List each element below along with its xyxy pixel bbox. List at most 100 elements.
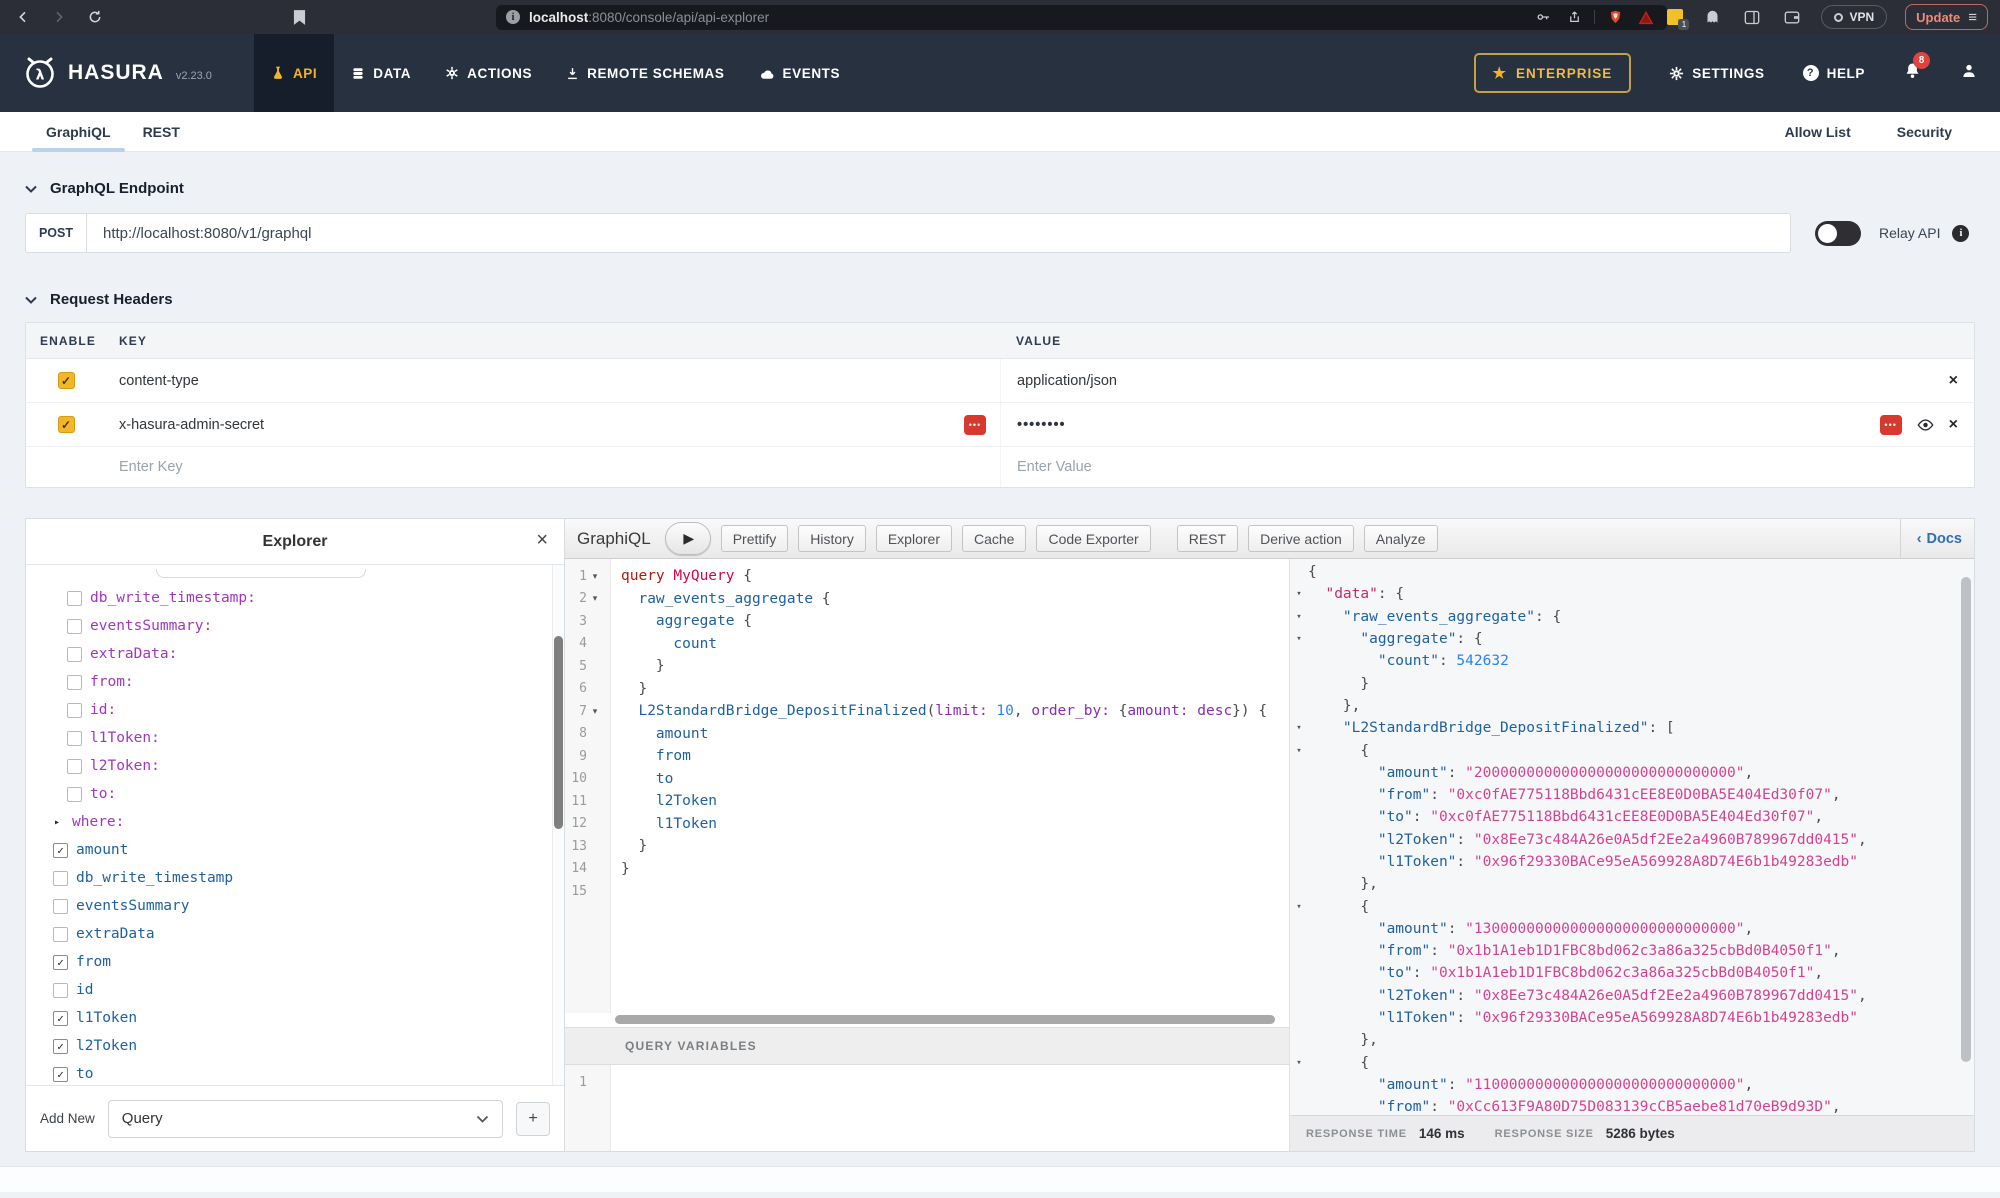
password-manager-icon[interactable]: ••• [964, 415, 986, 435]
argument-checkbox[interactable] [67, 647, 82, 662]
derive-action-button[interactable]: Derive action [1248, 525, 1354, 552]
share-icon[interactable] [1563, 6, 1585, 28]
query-variables-header[interactable]: QUERY VARIABLES [565, 1027, 1289, 1065]
password-manager-icon[interactable]: ••• [1880, 415, 1902, 435]
field-checkbox[interactable] [53, 899, 68, 914]
wallet-icon[interactable] [1781, 6, 1803, 28]
tab-graphiql[interactable]: GraphiQL [30, 112, 127, 152]
header-value-input[interactable]: application/json [1017, 373, 1117, 389]
nav-item-actions[interactable]: ACTIONS [428, 34, 549, 112]
rest-button[interactable]: REST [1177, 525, 1238, 552]
field-checkbox[interactable] [53, 871, 68, 886]
site-info-icon[interactable]: i [506, 10, 520, 24]
settings-button[interactable]: SETTINGS [1669, 66, 1764, 81]
fold-icon[interactable]: ▾ [1290, 589, 1308, 599]
variables-input[interactable] [611, 1065, 1289, 1151]
allow-list-link[interactable]: Allow List [1785, 124, 1851, 140]
fold-icon[interactable]: ▾ [1290, 746, 1308, 756]
scrollbar-thumb[interactable] [554, 636, 563, 829]
headers-section-header[interactable]: Request Headers [25, 291, 1975, 308]
sidebar-icon[interactable] [1741, 6, 1763, 28]
editor-code[interactable]: query MyQuery { raw_events_aggregate { a… [611, 559, 1289, 1013]
header-value-input[interactable]: •••••••• [1017, 417, 1066, 433]
analyze-button[interactable]: Analyze [1364, 525, 1438, 552]
vpn-button[interactable]: VPN [1821, 5, 1887, 29]
fold-icon[interactable]: ▾ [1290, 902, 1308, 912]
value-placeholder-input[interactable]: Enter Value [1017, 459, 1092, 475]
browser-reload-icon[interactable] [84, 6, 106, 28]
warning-triangle-icon[interactable] [1635, 6, 1657, 28]
explorer-where-node[interactable]: ▸where: [26, 808, 564, 836]
nav-item-data[interactable]: DATA [334, 34, 428, 112]
enable-checkbox[interactable]: ✓ [58, 372, 75, 389]
argument-checkbox[interactable] [67, 619, 82, 634]
user-profile-button[interactable] [1960, 62, 1978, 85]
url-bar[interactable]: i localhost:8080/console/api/api-explore… [496, 5, 1667, 30]
scrollbar-thumb[interactable] [615, 1015, 1275, 1024]
remove-header-icon[interactable]: × [1949, 417, 1958, 433]
argument-checkbox[interactable] [67, 759, 82, 774]
tab-rest[interactable]: REST [127, 112, 196, 152]
nav-item-events[interactable]: EVENTS [742, 34, 858, 112]
scrollbar-thumb[interactable] [1961, 577, 1971, 1062]
fold-icon[interactable]: ▾ [587, 706, 603, 717]
docs-link[interactable]: ‹Docs [1917, 531, 1962, 547]
info-icon[interactable]: i [1952, 225, 1969, 242]
key-icon[interactable] [1532, 6, 1554, 28]
remove-header-icon[interactable]: × [1949, 373, 1958, 389]
fold-icon[interactable]: ▾ [587, 593, 603, 604]
explorer-field-list[interactable]: db_write_timestamp:eventsSummary:extraDa… [26, 565, 564, 1085]
fold-icon[interactable]: ▾ [1290, 634, 1308, 644]
history-button[interactable]: History [798, 525, 866, 552]
prettify-button[interactable]: Prettify [721, 525, 789, 552]
response-line: ▾ "raw_events_aggregate": { [1290, 606, 1974, 628]
operation-type-select[interactable]: Query [108, 1100, 503, 1138]
nav-item-api[interactable]: API [254, 34, 334, 112]
help-button[interactable]: ? HELP [1803, 65, 1865, 81]
argument-checkbox[interactable] [67, 591, 82, 606]
code-exporter-button[interactable]: Code Exporter [1036, 525, 1150, 552]
close-icon[interactable]: × [536, 529, 548, 552]
argument-checkbox[interactable] [67, 731, 82, 746]
bookmark-icon[interactable] [288, 6, 310, 28]
argument-checkbox[interactable] [67, 703, 82, 718]
execute-query-button[interactable]: ▶ [665, 522, 711, 555]
argument-checkbox[interactable] [67, 675, 82, 690]
fold-icon[interactable]: ▾ [1290, 723, 1308, 733]
graphql-endpoint-input[interactable]: http://localhost:8080/v1/graphql [87, 213, 1791, 253]
browser-back-icon[interactable] [12, 6, 34, 28]
extension-ghost-icon[interactable] [1701, 6, 1723, 28]
security-link[interactable]: Security [1897, 124, 1952, 140]
response-viewer[interactable]: {▾ "data": {▾ "raw_events_aggregate": {▾… [1290, 559, 1974, 1115]
nav-item-remote-schemas[interactable]: REMOTE SCHEMAS [549, 34, 741, 112]
endpoint-section-header[interactable]: GraphQL Endpoint [25, 180, 1975, 197]
key-placeholder-input[interactable]: Enter Key [119, 459, 183, 475]
explorer-button[interactable]: Explorer [876, 525, 952, 552]
field-checkbox[interactable]: ✓ [53, 955, 68, 970]
header-key-input[interactable]: x-hasura-admin-secret [119, 417, 264, 433]
relay-api-toggle[interactable] [1815, 221, 1861, 246]
field-checkbox[interactable]: ✓ [53, 843, 68, 858]
fold-icon[interactable]: ▾ [1290, 1058, 1308, 1068]
argument-checkbox[interactable] [67, 787, 82, 802]
field-checkbox[interactable]: ✓ [53, 1067, 68, 1082]
add-operation-button[interactable]: + [516, 1102, 550, 1136]
header-key-input[interactable]: content-type [119, 373, 199, 389]
fold-icon[interactable]: ▾ [1290, 612, 1308, 622]
hasura-logo[interactable]: λ HASURA v2.23.0 [22, 55, 212, 91]
cache-button[interactable]: Cache [962, 525, 1026, 552]
notifications-button[interactable]: 8 [1903, 61, 1922, 86]
eye-icon[interactable] [1917, 419, 1934, 431]
query-editor[interactable]: 1▾2▾34567▾89101112131415 query MyQuery {… [565, 559, 1289, 1013]
field-checkbox[interactable]: ✓ [53, 1039, 68, 1054]
browser-forward-icon[interactable] [48, 6, 70, 28]
notes-extension-icon[interactable]: 1 [1667, 9, 1683, 25]
enterprise-button[interactable]: ★ ENTERPRISE [1474, 53, 1632, 93]
fold-icon[interactable]: ▾ [587, 571, 603, 582]
field-checkbox[interactable] [53, 927, 68, 942]
enable-checkbox[interactable]: ✓ [58, 416, 75, 433]
brave-shield-icon[interactable] [1604, 6, 1626, 28]
field-checkbox[interactable]: ✓ [53, 1011, 68, 1026]
field-checkbox[interactable] [53, 983, 68, 998]
browser-update-button[interactable]: Update ≡ [1905, 4, 1988, 30]
